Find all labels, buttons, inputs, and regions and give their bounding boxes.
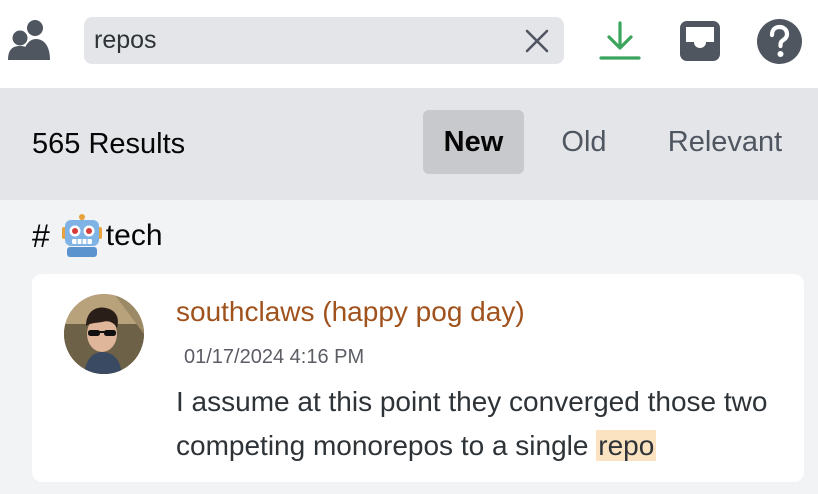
search-input[interactable]: [94, 17, 514, 64]
message-author[interactable]: southclaws (happy pog day): [176, 296, 525, 328]
channel-hash: #: [32, 217, 50, 254]
results-header: 565 Results New Old Relevant: [0, 88, 818, 200]
search-term-highlight: repo: [596, 430, 657, 461]
message-text: I assume at this point they converged th…: [176, 386, 768, 461]
message-content: I assume at this point they converged th…: [176, 380, 786, 468]
results-count: 565 Results: [32, 128, 186, 160]
close-icon[interactable]: [524, 28, 550, 54]
sort-tab-old[interactable]: Old: [540, 110, 628, 174]
help-icon[interactable]: [756, 18, 803, 65]
channel-name: tech: [105, 219, 163, 252]
inbox-icon[interactable]: [679, 20, 721, 62]
top-bar: [0, 0, 818, 88]
sort-tab-relevant[interactable]: Relevant: [648, 110, 802, 174]
members-icon[interactable]: [6, 18, 52, 62]
robot-icon: [61, 214, 102, 257]
avatar[interactable]: [64, 294, 144, 374]
search-bar: [84, 17, 564, 64]
results-list: # tech southclaws (happy pog day) 01/17/…: [0, 200, 818, 494]
message-timestamp: 01/17/2024 4:16 PM: [184, 346, 365, 368]
channel-header[interactable]: # tech: [32, 214, 163, 258]
download-icon[interactable]: [598, 20, 642, 62]
sort-tab-new[interactable]: New: [423, 110, 524, 174]
search-result-message[interactable]: southclaws (happy pog day) 01/17/2024 4:…: [32, 274, 804, 482]
